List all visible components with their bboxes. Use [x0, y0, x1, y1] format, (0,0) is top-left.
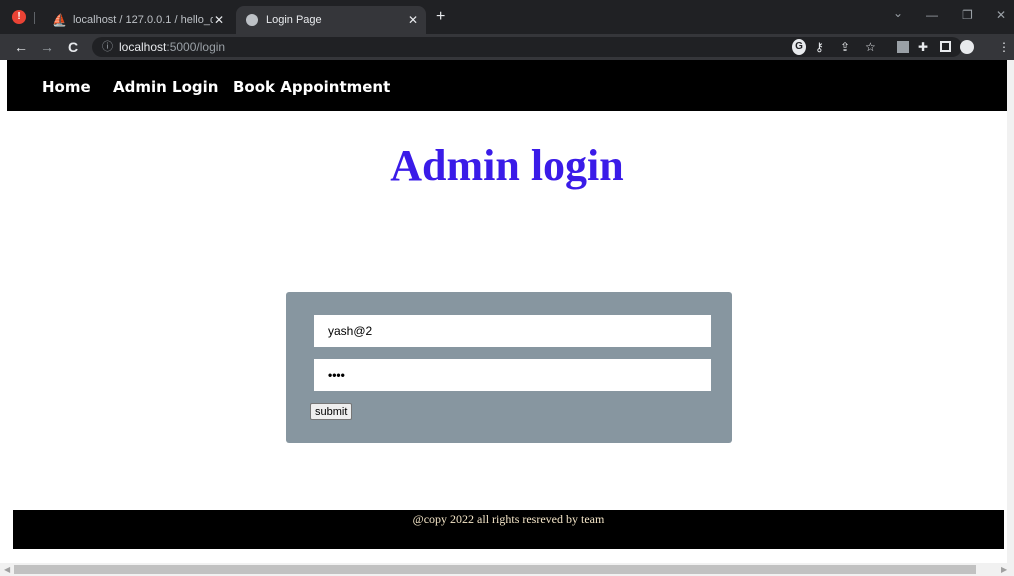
phpmyadmin-icon: ⛵ [52, 13, 67, 27]
page-title: Admin login [390, 141, 624, 190]
scroll-left-icon[interactable]: ◀ [4, 563, 10, 576]
close-window-icon[interactable]: ✕ [996, 8, 1006, 22]
submit-button[interactable]: submit [310, 403, 353, 420]
browser-tab-bar: ! ⛵ localhost / 127.0.0.1 / hello_db / ✕… [0, 0, 1014, 34]
address-bar[interactable]: ⓘ localhost:5000/login [92, 37, 962, 57]
browser-toolbar: ← → C ⓘ localhost:5000/login G ⚷ ⇪ ☆ ✚ ⋮ [0, 34, 1014, 60]
password-field[interactable] [314, 359, 711, 391]
tab-label: Login Page [266, 14, 322, 26]
menu-dots-icon[interactable]: ⋮ [998, 39, 1010, 55]
tab-phpmyadmin[interactable]: ⛵ localhost / 127.0.0.1 / hello_db / ✕ [42, 6, 232, 34]
url-path: :5000/login [166, 40, 226, 54]
google-icon[interactable]: G [792, 39, 806, 55]
horizontal-scrollbar[interactable]: ◀ ▶ [0, 563, 1014, 576]
email-field[interactable] [314, 315, 711, 347]
tab-close-icon[interactable]: ✕ [408, 13, 418, 27]
bookmark-star-icon[interactable]: ☆ [865, 39, 876, 55]
key-icon[interactable]: ⚷ [815, 39, 824, 55]
tab-label: localhost / 127.0.0.1 / hello_db / [72, 14, 213, 26]
url-text: localhost:5000/login [119, 37, 225, 57]
footer-copyright: @copy 2022 all rights resreved by team [412, 512, 605, 526]
tab-divider [34, 12, 35, 24]
globe-icon [246, 14, 258, 26]
profile-avatar-icon[interactable] [960, 40, 974, 54]
nav-admin-login-link[interactable]: Admin Login [113, 78, 218, 96]
site-navbar: Home Admin Login Book Appointment [7, 60, 1014, 111]
new-tab-button[interactable]: + [436, 8, 445, 26]
restore-icon[interactable]: ❐ [962, 8, 973, 22]
vertical-scrollbar[interactable] [1007, 60, 1014, 563]
share-icon[interactable]: ⇪ [840, 39, 850, 55]
back-icon[interactable]: ← [14, 38, 28, 56]
puzzle-icon[interactable]: ✚ [918, 39, 928, 55]
site-footer: @copy 2022 all rights resreved by team [13, 510, 1004, 549]
reload-icon[interactable]: C [68, 38, 78, 56]
nav-home-link[interactable]: Home [42, 78, 91, 96]
minimize-icon[interactable]: — [926, 8, 938, 22]
tab-close-icon[interactable]: ✕ [214, 13, 224, 27]
scroll-right-icon[interactable]: ▶ [1001, 563, 1007, 576]
login-form: submit [286, 292, 732, 443]
alert-icon[interactable]: ! [12, 10, 26, 24]
tab-login-page[interactable]: Login Page ✕ [236, 6, 426, 34]
nav-book-appointment-link[interactable]: Book Appointment [233, 78, 390, 96]
scrollbar-thumb[interactable] [14, 565, 976, 574]
extension-dev-icon[interactable] [897, 41, 909, 53]
forward-icon[interactable]: → [40, 38, 54, 56]
url-host: localhost [119, 40, 167, 54]
side-panel-icon[interactable] [940, 41, 951, 52]
info-icon[interactable]: ⓘ [102, 37, 113, 57]
tab-search-icon[interactable]: ⌄ [893, 6, 903, 20]
